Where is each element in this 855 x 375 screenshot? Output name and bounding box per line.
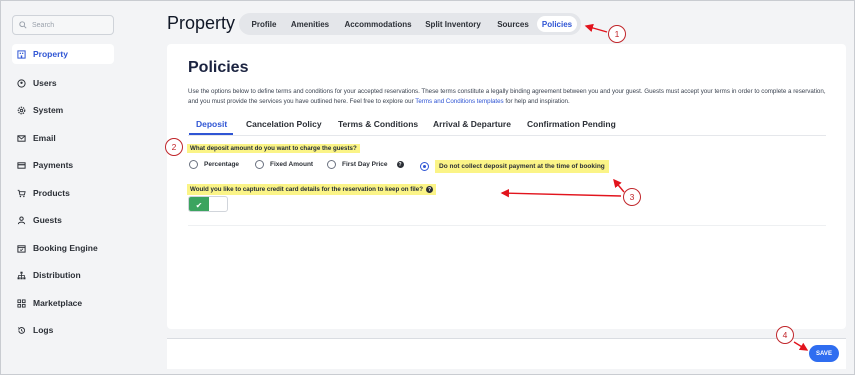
callout-4: 4	[776, 326, 794, 344]
sidebar-item-users[interactable]: Users	[12, 73, 114, 93]
radio-button[interactable]	[327, 160, 336, 169]
content-divider	[188, 225, 826, 226]
radio-button-selected[interactable]	[420, 162, 429, 171]
sidebar-item-label: Logs	[33, 325, 54, 335]
history-icon	[17, 326, 26, 334]
radio-label: Do not collect deposit payment at the ti…	[435, 160, 609, 173]
subtab-terms-conditions[interactable]: Terms & Conditions	[338, 119, 418, 129]
sidebar-item-distribution[interactable]: Distribution	[12, 265, 114, 285]
tab-sources[interactable]: Sources	[493, 16, 533, 32]
search-input[interactable]: Search	[12, 15, 114, 35]
sidebar-item-booking-engine[interactable]: Booking Engine	[12, 238, 114, 258]
search-placeholder: Search	[32, 21, 55, 29]
sidebar-item-label: Guests	[33, 215, 62, 225]
terms-templates-link[interactable]: Terms and Conditions templates	[415, 98, 503, 105]
person-icon	[17, 215, 26, 224]
card-icon	[17, 161, 26, 169]
cart-icon	[17, 189, 26, 197]
tab-amenities[interactable]: Amenities	[285, 16, 335, 32]
sidebar-item-property[interactable]: Property	[12, 44, 114, 64]
subtab-arrival-departure[interactable]: Arrival & Departure	[433, 119, 511, 129]
user-circle-icon	[17, 78, 26, 88]
calendar-icon	[17, 244, 26, 253]
building-icon	[17, 49, 26, 59]
radio-fixed-amount[interactable]: Fixed Amount	[255, 160, 313, 169]
radio-button[interactable]	[255, 160, 264, 169]
network-icon	[17, 271, 26, 279]
radio-no-deposit[interactable]: Do not collect deposit payment at the ti…	[420, 160, 609, 173]
gear-icon	[17, 106, 26, 114]
sidebar-item-label: Email	[33, 133, 56, 143]
search-icon	[19, 21, 27, 29]
help-icon[interactable]: ?	[396, 161, 404, 168]
check-icon: ✔	[189, 197, 209, 211]
envelope-icon	[17, 134, 26, 142]
sidebar-item-products[interactable]: Products	[12, 183, 114, 203]
radio-first-day-price[interactable]: First Day Price ?	[327, 160, 404, 169]
tab-policies[interactable]: Policies	[537, 16, 577, 32]
sidebar-item-label: Marketplace	[33, 298, 83, 308]
footer-bar	[167, 338, 846, 369]
callout-3: 3	[623, 188, 641, 206]
sidebar-item-label: Payments	[33, 160, 74, 170]
card-capture-question: Would you like to capture credit card de…	[187, 184, 436, 195]
sidebar-item-payments[interactable]: Payments	[12, 155, 114, 175]
save-button[interactable]: SAVE	[809, 345, 839, 362]
sidebar-item-logs[interactable]: Logs	[12, 320, 114, 340]
grid-icon	[17, 298, 26, 308]
tab-profile[interactable]: Profile	[245, 16, 283, 32]
sidebar-item-label: Booking Engine	[33, 243, 98, 253]
sidebar-item-label: Users	[33, 78, 57, 88]
callout-1: 1	[608, 25, 626, 43]
description-end: for help and inspiration.	[505, 98, 570, 105]
sidebar-item-guests[interactable]: Guests	[12, 210, 114, 230]
subtab-divider	[188, 135, 826, 136]
subtab-cancelation-policy[interactable]: Cancelation Policy	[246, 119, 322, 129]
sidebar-item-marketplace[interactable]: Marketplace	[12, 293, 114, 313]
sidebar-item-label: Products	[33, 188, 70, 198]
section-title: Policies	[188, 59, 249, 76]
sidebar-item-system[interactable]: System	[12, 100, 114, 120]
sidebar-item-label: Distribution	[33, 270, 81, 280]
tab-split-inventory[interactable]: Split Inventory	[423, 16, 483, 32]
property-tabs: Profile Amenities Accommodations Split I…	[239, 13, 581, 35]
radio-label: First Day Price	[342, 161, 388, 168]
policies-card: Policies Use the options below to define…	[167, 44, 846, 329]
app-window: Search Property Users System Email Payme…	[0, 0, 855, 375]
policies-description: Use the options below to define terms an…	[188, 87, 828, 107]
sidebar-item-email[interactable]: Email	[12, 128, 114, 148]
page-title: Property	[167, 13, 236, 33]
sidebar-item-label: Property	[33, 49, 68, 59]
help-icon[interactable]: ?	[426, 186, 433, 193]
card-capture-toggle[interactable]: ✔	[188, 196, 228, 212]
radio-button[interactable]	[189, 160, 198, 169]
card-capture-question-text: Would you like to capture credit card de…	[190, 186, 423, 193]
subtab-confirmation-pending[interactable]: Confirmation Pending	[527, 119, 616, 129]
callout-2: 2	[165, 138, 183, 156]
radio-label: Fixed Amount	[270, 161, 314, 168]
radio-label: Percentage	[204, 161, 240, 168]
subtab-deposit[interactable]: Deposit	[196, 119, 227, 129]
radio-percentage[interactable]: Percentage	[189, 160, 239, 169]
sidebar: Search Property Users System Email Payme…	[2, 2, 126, 374]
deposit-question: What deposit amount do you want to charg…	[187, 144, 360, 153]
sidebar-item-label: System	[33, 105, 64, 115]
tab-accommodations[interactable]: Accommodations	[339, 16, 417, 32]
